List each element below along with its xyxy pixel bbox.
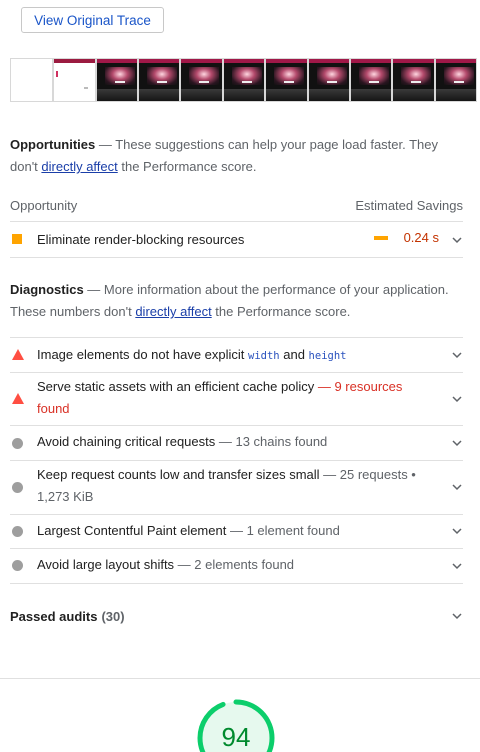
chevron-down-icon[interactable]	[452, 394, 462, 404]
audit-row-request-counts[interactable]: Keep request counts low and transfer siz…	[10, 461, 463, 515]
info-circle-icon	[12, 438, 23, 449]
filmstrip-frame	[392, 58, 435, 102]
opportunities-intro: Opportunities — These suggestions can he…	[10, 134, 462, 178]
audit-row-cache-policy[interactable]: Serve static assets with an efficient ca…	[10, 373, 463, 426]
fail-triangle-icon	[12, 393, 24, 404]
code-width: width	[248, 350, 280, 362]
chevron-down-icon[interactable]	[452, 350, 462, 360]
opportunities-description-end: the Performance score.	[117, 159, 257, 174]
filmstrip	[10, 58, 478, 102]
audit-detail: 13 chains found	[235, 434, 328, 449]
audit-title-text: Avoid large layout shifts	[37, 557, 175, 572]
code-height: height	[308, 350, 347, 362]
chevron-down-icon[interactable]	[452, 611, 462, 621]
average-square-icon	[12, 234, 22, 244]
savings-display: 0.24 s	[373, 230, 439, 245]
view-original-trace-button[interactable]: View Original Trace	[21, 7, 164, 33]
chevron-down-icon[interactable]	[452, 235, 462, 245]
info-circle-icon	[12, 482, 23, 493]
audit-row-lcp-element[interactable]: Largest Contentful Paint element — 1 ele…	[10, 515, 463, 549]
audit-title: Image elements do not have explicit widt…	[37, 344, 433, 367]
audit-title-text: Serve static assets with an efficient ca…	[37, 379, 315, 394]
filmstrip-frame	[265, 58, 308, 102]
audit-title: Avoid chaining critical requests — 13 ch…	[37, 434, 328, 449]
filmstrip-frame	[10, 58, 54, 102]
chevron-down-icon[interactable]	[452, 438, 462, 448]
filmstrip-frame	[95, 58, 139, 102]
filmstrip-frame	[434, 58, 478, 102]
filmstrip-frame	[53, 58, 96, 102]
estimated-savings-column-header: Estimated Savings	[355, 198, 463, 213]
opportunity-column-header: Opportunity	[10, 198, 78, 213]
filmstrip-frame	[180, 58, 223, 102]
filmstrip-frame	[222, 58, 266, 102]
performance-score-value: 94	[221, 722, 251, 752]
chevron-down-icon[interactable]	[452, 526, 462, 536]
filmstrip-frame	[138, 58, 181, 102]
passed-audits-toggle[interactable]: Passed audits (30)	[10, 605, 463, 627]
audit-title-text: Avoid chaining critical requests	[37, 434, 216, 449]
audit-title: Largest Contentful Paint element — 1 ele…	[37, 523, 340, 538]
audit-title-text: Image elements do not have explicit	[37, 347, 249, 362]
diagnostics-intro: Diagnostics — More information about the…	[10, 279, 462, 323]
directly-affect-link[interactable]: directly affect	[41, 159, 117, 174]
opportunities-title: Opportunities	[10, 137, 96, 152]
opportunities-table-header: Opportunity Estimated Savings	[10, 198, 463, 222]
passed-audits-label: Passed audits	[10, 608, 98, 624]
audit-row-critical-chains[interactable]: Avoid chaining critical requests — 13 ch…	[10, 426, 463, 461]
passed-audits-count: (30)	[101, 608, 125, 624]
audit-row-layout-shifts[interactable]: Avoid large layout shifts — 2 elements f…	[10, 549, 463, 584]
info-circle-icon	[12, 560, 23, 571]
chevron-down-icon[interactable]	[452, 561, 462, 571]
audit-title-text: and	[279, 347, 309, 362]
savings-value: 0.24 s	[403, 230, 439, 245]
diagnostics-title: Diagnostics	[10, 282, 84, 297]
audit-row-image-dimensions[interactable]: Image elements do not have explicit widt…	[10, 338, 463, 373]
audit-row-render-blocking[interactable]: Eliminate render-blocking resources 0.24…	[10, 223, 463, 258]
audit-title-text: Keep request counts low and transfer siz…	[37, 467, 320, 482]
savings-bar	[373, 235, 388, 240]
audit-title: Avoid large layout shifts — 2 elements f…	[37, 557, 295, 572]
audit-detail: 2 elements found	[194, 557, 295, 572]
audit-title-text: Largest Contentful Paint element	[37, 523, 227, 538]
audit-title: Serve static assets with an efficient ca…	[37, 379, 403, 416]
diagnostics-description-end: the Performance score.	[211, 304, 351, 319]
fail-triangle-icon	[12, 349, 24, 360]
audit-title: Keep request counts low and transfer siz…	[37, 467, 416, 504]
directly-affect-link[interactable]: directly affect	[135, 304, 211, 319]
info-circle-icon	[12, 526, 23, 537]
audit-detail: 1 element found	[246, 523, 340, 538]
chevron-down-icon[interactable]	[452, 482, 462, 492]
filmstrip-frame	[349, 58, 393, 102]
section-divider	[0, 678, 480, 679]
filmstrip-frame	[307, 58, 350, 102]
